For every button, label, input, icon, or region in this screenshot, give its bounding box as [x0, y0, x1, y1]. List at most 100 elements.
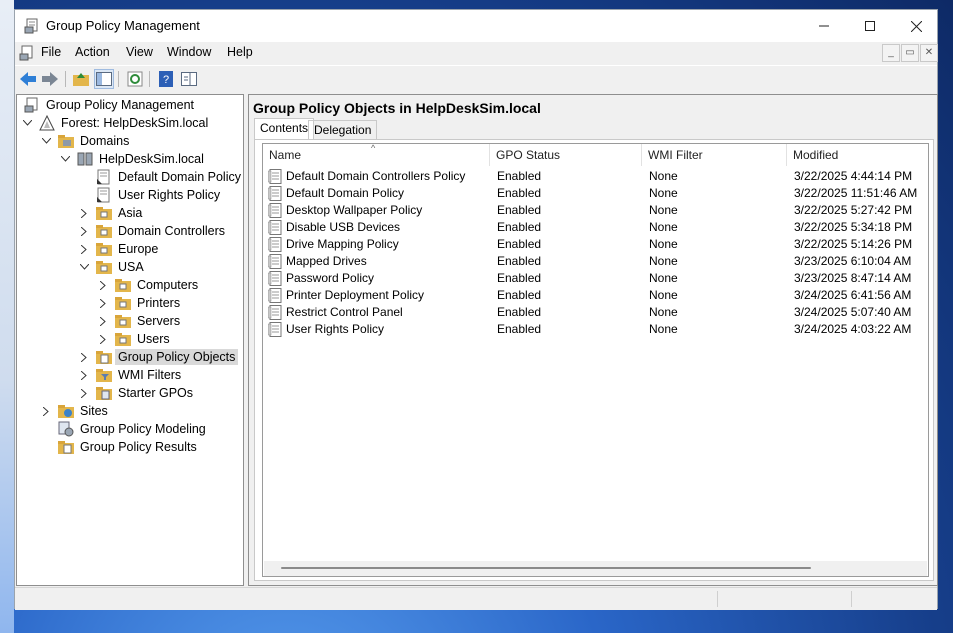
chevron-down-icon[interactable]	[60, 150, 70, 168]
tree-item-servers[interactable]: Servers	[115, 312, 183, 330]
horizontal-scrollbar[interactable]	[264, 561, 927, 576]
show-action-pane-button[interactable]	[179, 69, 199, 89]
chevron-down-icon[interactable]	[79, 258, 89, 276]
table-row[interactable]: Mapped Drives Enabled None 3/23/2025 6:10:0…	[263, 253, 928, 270]
toolbar-separator	[65, 71, 66, 87]
back-button[interactable]	[18, 69, 38, 89]
row-gpo-status: Enabled	[497, 203, 542, 217]
show-hide-console-tree-button[interactable]	[94, 69, 114, 89]
action-pane-icon	[181, 72, 197, 86]
row-wmi-filter: None	[649, 271, 678, 285]
toolbar-separator	[149, 71, 150, 87]
row-name: Drive Mapping Policy	[286, 237, 399, 251]
tab-delegation[interactable]: Delegation	[308, 120, 378, 140]
sites-folder-icon	[58, 405, 74, 418]
toolbar-separator	[118, 71, 119, 87]
tree-item-usa[interactable]: USA	[96, 258, 147, 276]
tree-label: WMI Filters	[118, 368, 182, 382]
scrollbar-thumb[interactable]	[281, 567, 811, 569]
chevron-right-icon[interactable]	[79, 348, 89, 366]
desktop-edge	[0, 0, 14, 633]
console-tree-icon	[96, 72, 112, 86]
mdi-minimize-button[interactable]: _	[882, 44, 900, 62]
mdi-close-button[interactable]: ✕	[920, 44, 938, 62]
domain-icon	[77, 152, 93, 166]
menu-view[interactable]: View	[126, 45, 153, 59]
tree-item-gp-modeling[interactable]: Group Policy Modeling	[58, 420, 209, 438]
maximize-button[interactable]	[847, 10, 893, 42]
row-wmi-filter: None	[649, 322, 678, 336]
row-gpo-status: Enabled	[497, 322, 542, 336]
table-row[interactable]: Default Domain Policy Enabled None 3/22/202…	[263, 185, 928, 202]
tree-item-starter-gpos[interactable]: Starter GPOs	[96, 384, 196, 402]
tree-item-gp-results[interactable]: Group Policy Results	[58, 438, 200, 456]
chevron-down-icon[interactable]	[41, 132, 51, 150]
table-row[interactable]: Disable USB Devices Enabled None 3/22/2025 …	[263, 219, 928, 236]
column-header-name[interactable]: ^ Name	[263, 144, 490, 166]
tree-item-users[interactable]: Users	[115, 330, 173, 348]
tree-item-gpm-root[interactable]: Group Policy Management	[24, 96, 197, 114]
chevron-right-icon[interactable]	[79, 240, 89, 258]
menu-window[interactable]: Window	[167, 45, 211, 59]
tab-contents[interactable]: Contents	[254, 118, 315, 140]
forward-button[interactable]	[40, 69, 60, 89]
menu-action[interactable]: Action	[75, 45, 110, 59]
chevron-down-icon[interactable]	[22, 114, 32, 132]
tree-item-printers[interactable]: Printers	[115, 294, 183, 312]
table-row[interactable]: User Rights Policy Enabled None 3/24/2025 4…	[263, 321, 928, 338]
close-button[interactable]	[893, 10, 939, 42]
tree-label: User Rights Policy	[118, 188, 221, 202]
table-row[interactable]: Password Policy Enabled None 3/23/2025 8:47…	[263, 270, 928, 287]
system-menu-icon[interactable]	[19, 45, 35, 61]
minimize-button[interactable]	[801, 10, 847, 42]
chevron-right-icon[interactable]	[41, 402, 51, 420]
column-header-modified[interactable]: Modified	[787, 144, 928, 166]
help-button[interactable]: ?	[156, 69, 176, 89]
chevron-right-icon[interactable]	[79, 204, 89, 222]
tree-item-europe[interactable]: Europe	[96, 240, 161, 258]
menu-file[interactable]: File	[41, 45, 61, 59]
table-row[interactable]: Printer Deployment Policy Enabled None 3/24…	[263, 287, 928, 304]
chevron-right-icon[interactable]	[98, 294, 108, 312]
chevron-right-icon[interactable]	[98, 312, 108, 330]
tree-label: Starter GPOs	[118, 386, 194, 400]
tree-label: Forest: HelpDeskSim.local	[61, 116, 209, 130]
row-name: Printer Deployment Policy	[286, 288, 425, 302]
mdi-restore-button[interactable]: ▭	[901, 44, 919, 62]
table-row[interactable]: Default Domain Controllers Policy Enabled…	[263, 168, 928, 185]
column-header-wmi-filter[interactable]: WMI Filter	[642, 144, 787, 166]
chevron-right-icon[interactable]	[79, 384, 89, 402]
refresh-button[interactable]	[125, 69, 145, 89]
tree-item-sites[interactable]: Sites	[58, 402, 111, 420]
tree-item-wmi-filters[interactable]: WMI Filters	[96, 366, 184, 384]
tree-item-domain-helpdesksim[interactable]: HelpDeskSim.local	[77, 150, 207, 168]
ou-folder-icon	[115, 315, 131, 328]
tree-item-default-domain-policy[interactable]: Default Domain Policy	[96, 168, 243, 186]
up-one-level-button[interactable]	[71, 69, 91, 89]
tree-item-domain-controllers[interactable]: Domain Controllers	[96, 222, 228, 240]
tree-item-computers[interactable]: Computers	[115, 276, 201, 294]
row-gpo-status: Enabled	[497, 169, 542, 183]
gpmc-app-icon	[24, 18, 38, 34]
menu-help[interactable]: Help	[227, 45, 253, 59]
status-divider	[851, 591, 852, 607]
results-icon	[58, 441, 74, 454]
chevron-right-icon[interactable]	[98, 330, 108, 348]
refresh-icon	[127, 71, 143, 87]
tree-item-group-policy-objects[interactable]: Group Policy Objects	[96, 348, 239, 366]
chevron-right-icon[interactable]	[98, 276, 108, 294]
tree-label: USA	[118, 260, 144, 274]
table-row[interactable]: Drive Mapping Policy Enabled None 3/22/2025…	[263, 236, 928, 253]
tree-item-user-rights-policy[interactable]: User Rights Policy	[96, 186, 223, 204]
row-name: Password Policy	[286, 271, 375, 285]
maximize-icon	[865, 21, 875, 31]
table-row[interactable]: Restrict Control Panel Enabled None 3/24/20…	[263, 304, 928, 321]
chevron-right-icon[interactable]	[79, 366, 89, 384]
column-header-gpo-status[interactable]: GPO Status	[490, 144, 642, 166]
chevron-right-icon[interactable]	[79, 222, 89, 240]
row-wmi-filter: None	[649, 220, 678, 234]
tree-item-forest[interactable]: Forest: HelpDeskSim.local	[39, 114, 211, 132]
tree-item-domains[interactable]: Domains	[58, 132, 132, 150]
tree-item-asia[interactable]: Asia	[96, 204, 145, 222]
table-row[interactable]: Desktop Wallpaper Policy Enabled None 3/22/…	[263, 202, 928, 219]
